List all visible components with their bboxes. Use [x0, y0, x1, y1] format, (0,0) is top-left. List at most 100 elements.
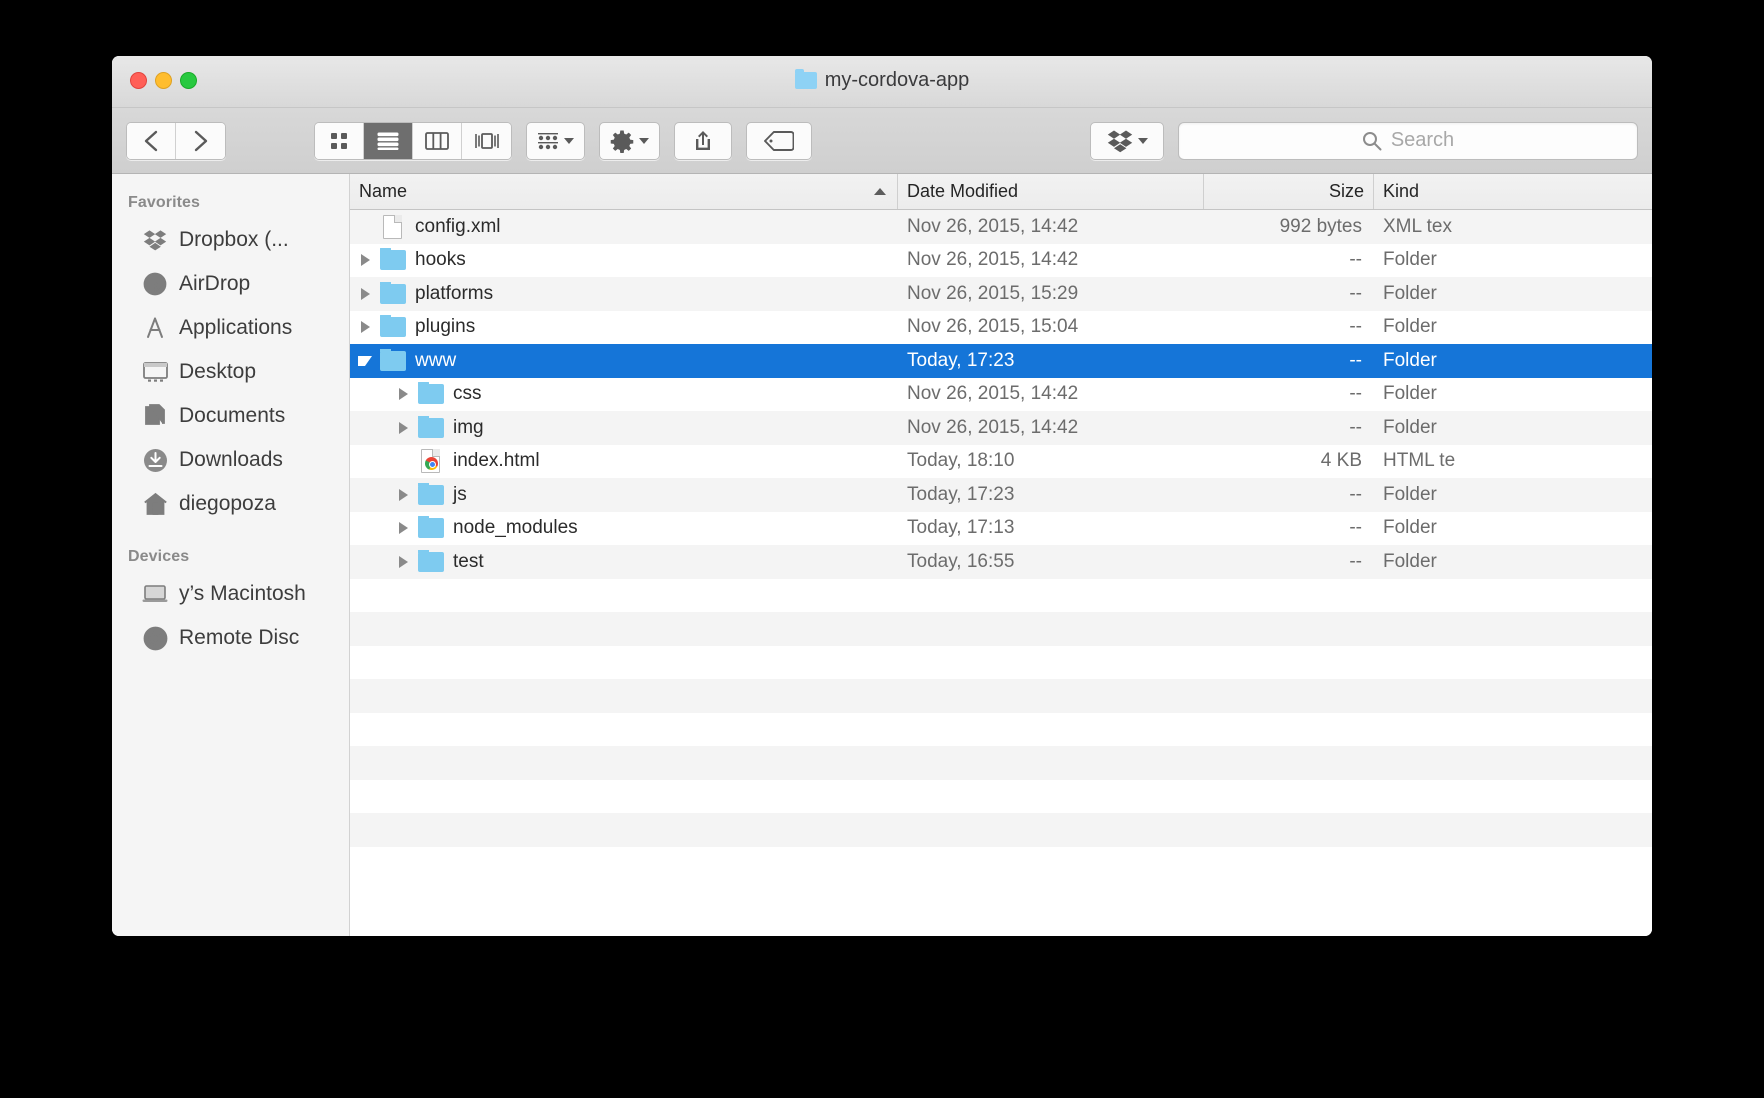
disclosure-triangle[interactable]	[388, 421, 418, 434]
sidebar-item-macintosh[interactable]: y’s Macintosh	[112, 572, 349, 616]
file-kind-cell: Folder	[1383, 483, 1437, 505]
empty-row	[350, 746, 1652, 780]
file-kind-cell: Folder	[1383, 316, 1437, 338]
sidebar-item-home[interactable]: diegopoza	[112, 482, 349, 526]
file-size-cell: --	[1349, 483, 1362, 505]
sidebar-item-dropbox[interactable]: Dropbox (...	[112, 218, 349, 262]
file-name-label: hooks	[415, 249, 466, 271]
tag-button[interactable]	[746, 121, 812, 160]
column-headers: Name Date Modified Size Kind	[350, 174, 1652, 210]
toolbar: Search	[112, 108, 1652, 174]
sidebar-item-applications[interactable]: Applications	[112, 306, 349, 350]
column-header-name[interactable]: Name	[350, 174, 898, 209]
action-button[interactable]	[599, 121, 660, 160]
file-date-cell: Today, 17:13	[907, 517, 1015, 539]
sidebar-item-downloads[interactable]: Downloads	[112, 438, 349, 482]
home-icon	[142, 491, 168, 517]
file-date-cell: Nov 26, 2015, 14:42	[907, 383, 1079, 405]
folder-icon	[380, 348, 406, 373]
file-date-cell: Nov 26, 2015, 14:42	[907, 249, 1079, 271]
table-row[interactable]: platforms Nov 26, 2015, 15:29 -- Folder	[350, 277, 1652, 311]
sidebar-item-documents[interactable]: Documents	[112, 394, 349, 438]
share-button[interactable]	[674, 121, 732, 160]
sort-ascending-icon	[874, 188, 886, 195]
disclosure-triangle[interactable]	[388, 522, 418, 535]
airdrop-icon	[142, 271, 168, 297]
column-view-button[interactable]	[413, 122, 462, 159]
back-button[interactable]	[127, 122, 176, 159]
file-kind-cell: Folder	[1383, 282, 1437, 304]
table-row[interactable]: img Nov 26, 2015, 14:42 -- Folder	[350, 411, 1652, 445]
table-row[interactable]: config.xml Nov 26, 2015, 14:42 992 bytes XM…	[350, 210, 1652, 244]
chevron-down-icon	[358, 355, 372, 366]
arrange-button[interactable]	[526, 121, 585, 160]
dropbox-button[interactable]	[1090, 121, 1164, 160]
applications-icon	[142, 315, 168, 341]
sidebar-item-label: Desktop	[179, 360, 257, 383]
table-row[interactable]: hooks Nov 26, 2015, 14:42 -- Folder	[350, 244, 1652, 278]
table-row[interactable]: plugins Nov 26, 2015, 15:04 -- Folder	[350, 311, 1652, 345]
file-date-cell: Nov 26, 2015, 14:42	[907, 215, 1079, 237]
empty-row	[350, 679, 1652, 713]
file-date-cell: Nov 26, 2015, 15:29	[907, 282, 1079, 304]
downloads-icon	[142, 447, 168, 473]
file-size-cell: --	[1349, 416, 1362, 438]
sidebar-item-airdrop[interactable]: AirDrop	[112, 262, 349, 306]
dropbox-icon	[1107, 130, 1132, 152]
file-date-cell: Today, 16:55	[907, 550, 1015, 572]
disclosure-triangle[interactable]	[350, 254, 380, 267]
file-name-label: platforms	[415, 282, 494, 304]
column-header-date[interactable]: Date Modified	[898, 174, 1204, 209]
empty-row	[350, 713, 1652, 747]
disclosure-triangle[interactable]	[350, 287, 380, 300]
table-row[interactable]: node_modules Today, 17:13 -- Folder	[350, 512, 1652, 546]
dropbox-icon	[142, 227, 168, 253]
empty-row	[350, 813, 1652, 847]
chevron-right-icon	[398, 488, 408, 501]
arrange-icon	[538, 132, 558, 149]
sidebar-item-label: Dropbox (...	[179, 228, 289, 251]
table-row[interactable]: test Today, 16:55 -- Folder	[350, 545, 1652, 579]
disclosure-triangle[interactable]	[350, 355, 380, 366]
table-row[interactable]: js Today, 17:23 -- Folder	[350, 478, 1652, 512]
table-row[interactable]: css Nov 26, 2015, 14:42 -- Folder	[350, 378, 1652, 412]
sidebar-item-remote-disc[interactable]: Remote Disc	[112, 616, 349, 660]
disclosure-triangle[interactable]	[388, 388, 418, 401]
file-date-cell: Nov 26, 2015, 15:04	[907, 316, 1079, 338]
file-size-cell: 992 bytes	[1279, 215, 1362, 237]
chevron-right-icon	[398, 388, 408, 401]
icon-view-button[interactable]	[315, 122, 364, 159]
file-kind-cell: Folder	[1383, 383, 1437, 405]
share-icon	[696, 130, 710, 150]
desktop-icon	[142, 359, 168, 385]
chevron-right-icon	[398, 555, 408, 568]
sidebar-item-label: Documents	[179, 404, 286, 427]
window-body: Favorites Dropbox (... AirDrop Applicati…	[112, 174, 1652, 936]
coverflow-view-button[interactable]	[462, 122, 511, 159]
folder-icon	[418, 549, 444, 574]
disclosure-triangle[interactable]	[388, 555, 418, 568]
empty-row	[350, 579, 1652, 613]
file-name-label: img	[453, 416, 484, 438]
sidebar-item-desktop[interactable]: Desktop	[112, 350, 349, 394]
table-row[interactable]: www Today, 17:23 -- Folder	[350, 344, 1652, 378]
file-kind-cell: Folder	[1383, 550, 1437, 572]
file-size-cell: 4 KB	[1320, 450, 1362, 472]
folder-icon	[418, 482, 444, 507]
table-row[interactable]: index.html Today, 18:10 4 KB HTML te	[350, 445, 1652, 479]
tag-icon	[764, 130, 794, 151]
view-mode-group	[314, 121, 512, 160]
file-size-cell: --	[1349, 282, 1362, 304]
disclosure-triangle[interactable]	[350, 321, 380, 334]
disclosure-triangle[interactable]	[388, 488, 418, 501]
column-header-size[interactable]: Size	[1204, 174, 1374, 209]
file-size-cell: --	[1349, 517, 1362, 539]
file-kind-cell: Folder	[1383, 416, 1437, 438]
list-view-button[interactable]	[364, 122, 413, 159]
folder-icon	[418, 415, 444, 440]
column-header-kind[interactable]: Kind	[1374, 174, 1652, 209]
search-input[interactable]: Search	[1178, 121, 1638, 160]
forward-button[interactable]	[176, 122, 225, 159]
folder-icon	[380, 248, 406, 272]
folder-icon	[380, 281, 406, 306]
